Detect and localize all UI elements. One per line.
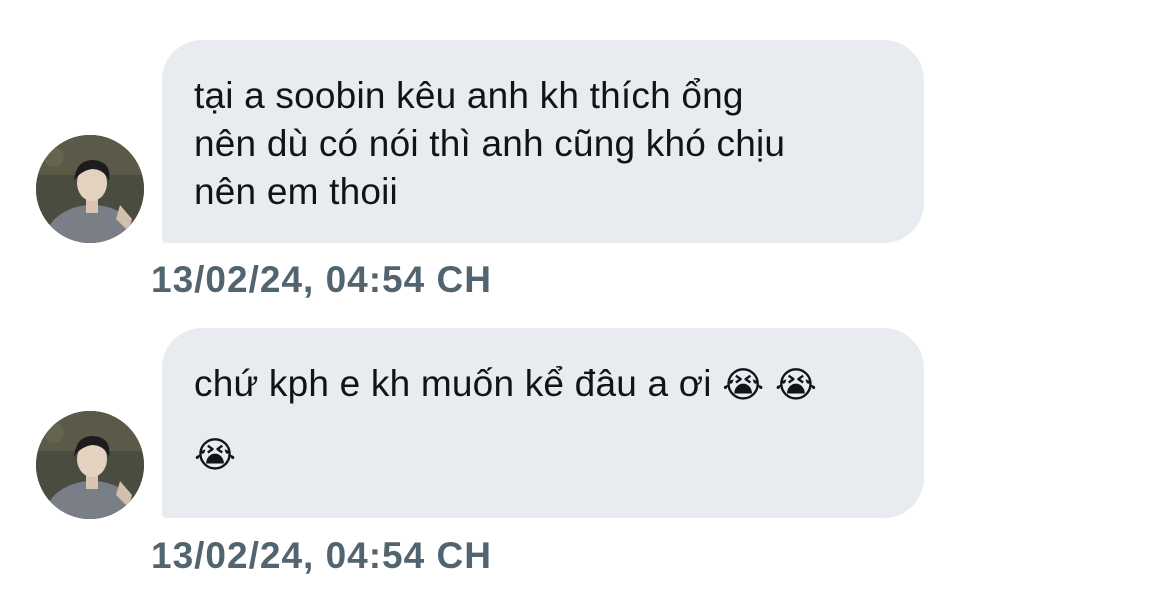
sender-avatar[interactable] <box>36 135 144 243</box>
message-line: chứ kph e kh muốn kể đâu a ơi <box>194 363 712 404</box>
message-timestamp: 13/02/24, 04:54 CH <box>151 535 492 576</box>
loudly-crying-face-emoji: 😭 <box>722 365 765 407</box>
message-text: chứ kph e kh muốn kể đâu a ơi 😭 😭 😭 <box>194 360 892 480</box>
message-line: nên dù có nói thì anh cũng khó chịu <box>194 123 786 164</box>
message-line: tại a soobin kêu anh kh thích ổng <box>194 75 744 116</box>
message-line: nên em thoii <box>194 171 398 212</box>
message-text: tại a soobin kêu anh kh thích ổng nên dù… <box>194 72 892 216</box>
sender-avatar[interactable] <box>36 411 144 519</box>
loudly-crying-face-emoji: 😭 <box>774 365 818 407</box>
message-bubble[interactable]: tại a soobin kêu anh kh thích ổng nên dù… <box>162 40 924 243</box>
message-timestamp: 13/02/24, 04:54 CH <box>151 259 492 300</box>
avatar-photo <box>36 411 144 519</box>
message-bubble[interactable]: chứ kph e kh muốn kể đâu a ơi 😭 😭 😭 <box>162 328 924 518</box>
avatar-photo <box>36 135 144 243</box>
loudly-crying-face-emoji: 😭 <box>194 435 237 477</box>
